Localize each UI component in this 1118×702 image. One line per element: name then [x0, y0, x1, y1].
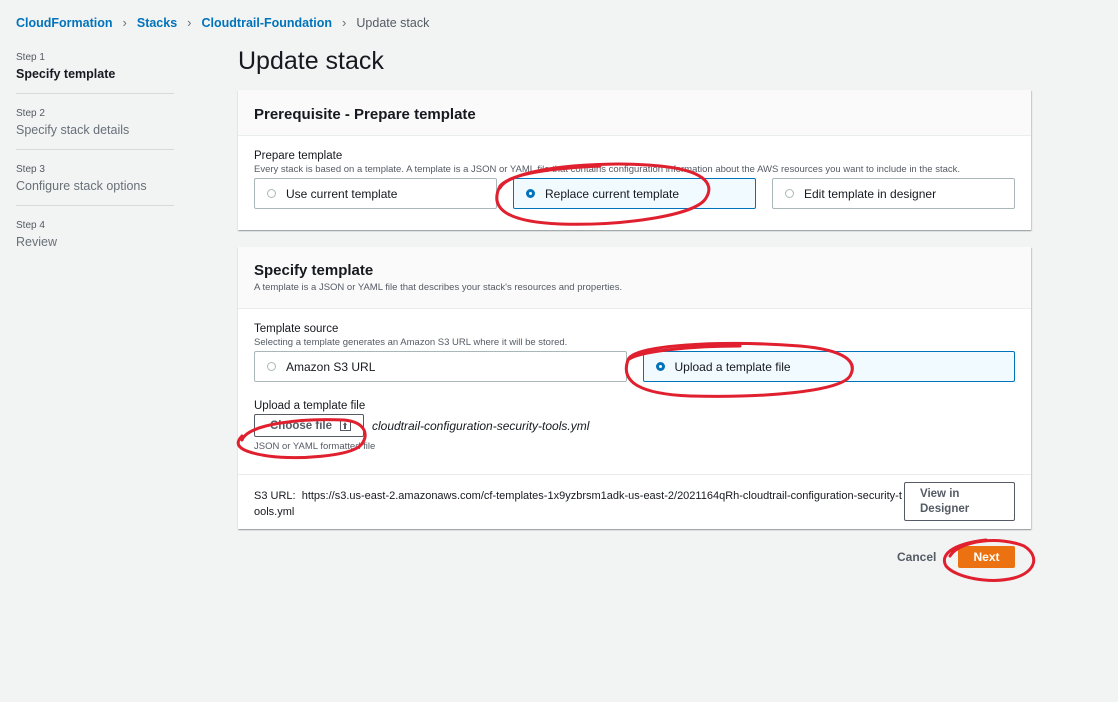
s3-url-row: S3 URL: https://s3.us-east-2.amazonaws.c…: [238, 474, 1031, 530]
cancel-button[interactable]: Cancel: [897, 550, 936, 564]
option-replace-current-template[interactable]: Replace current template: [513, 178, 756, 209]
option-amazon-s3-url[interactable]: Amazon S3 URL: [254, 351, 627, 382]
radio-icon: [785, 189, 794, 198]
selected-file-name: cloudtrail-configuration-security-tools.…: [371, 418, 590, 433]
step-label: Review: [16, 235, 57, 249]
field-description: Selecting a template generates an Amazon…: [254, 337, 568, 348]
breadcrumb-cloudformation[interactable]: CloudFormation: [16, 16, 113, 30]
wizard-steps: Step 1 Specify template Step 2 Specify s…: [16, 52, 174, 275]
panel-header: Specify template A template is a JSON or…: [238, 247, 1031, 309]
breadcrumb-stacks[interactable]: Stacks: [137, 16, 177, 30]
option-label: Replace current template: [545, 186, 680, 201]
s3-url-label: S3 URL:: [254, 490, 296, 502]
panel-title: Prerequisite - Prepare template: [254, 106, 476, 123]
s3-url-value: https://s3.us-east-2.amazonaws.com/cf-te…: [254, 490, 902, 518]
panel-description: A template is a JSON or YAML file that d…: [254, 282, 623, 293]
next-button[interactable]: Next: [958, 546, 1015, 568]
step-number: Step 3: [16, 164, 45, 175]
step-label: Specify template: [16, 67, 116, 81]
prerequisite-panel: Prerequisite - Prepare template Prepare …: [238, 90, 1031, 230]
view-in-designer-button[interactable]: View in Designer: [904, 482, 1015, 521]
breadcrumb-separator-icon: ›: [342, 15, 347, 30]
step-label: Configure stack options: [16, 179, 147, 193]
option-label: Edit template in designer: [804, 186, 937, 201]
radio-selected-icon: [655, 362, 665, 371]
wizard-step-1[interactable]: Step 1 Specify template: [16, 52, 174, 94]
field-label: Upload a template file: [254, 400, 366, 412]
breadcrumb-separator-icon: ›: [187, 15, 192, 30]
option-edit-template-in-designer[interactable]: Edit template in designer: [772, 178, 1015, 209]
radio-selected-icon: [526, 189, 535, 198]
option-use-current-template[interactable]: Use current template: [254, 178, 497, 209]
upload-field: Upload a template file Choose file cloud…: [254, 400, 1015, 452]
step-number: Step 4: [16, 220, 45, 231]
option-label: Upload a template file: [674, 359, 791, 374]
field-description: Every stack is based on a template. A te…: [254, 164, 961, 175]
upload-hint: JSON or YAML formatted file: [254, 441, 376, 452]
option-label: Amazon S3 URL: [286, 359, 376, 374]
template-source-field: Template source Selecting a template gen…: [238, 309, 1031, 452]
wizard-step-3: Step 3 Configure stack options: [16, 164, 174, 206]
step-label: Specify stack details: [16, 123, 130, 137]
panel-header: Prerequisite - Prepare template: [238, 90, 1031, 136]
upload-icon: [339, 420, 351, 431]
breadcrumb-current: Update stack: [356, 15, 430, 30]
field-label: Prepare template: [254, 150, 343, 162]
wizard-step-2: Step 2 Specify stack details: [16, 108, 174, 150]
prepare-template-options: Use current template Replace current tem…: [254, 178, 1015, 209]
wizard-step-4: Step 4 Review: [16, 220, 174, 261]
breadcrumb-stack-name[interactable]: Cloudtrail-Foundation: [202, 16, 333, 30]
radio-icon: [267, 189, 276, 198]
page-title: Update stack: [238, 47, 384, 75]
option-label: Use current template: [286, 186, 398, 201]
radio-icon: [267, 362, 276, 371]
button-label: Choose file: [270, 419, 332, 432]
step-number: Step 1: [16, 52, 45, 63]
step-number: Step 2: [16, 108, 45, 119]
panel-title: Specify template: [254, 262, 374, 279]
prepare-template-field: Prepare template Every stack is based on…: [238, 136, 1031, 209]
breadcrumb-separator-icon: ›: [122, 15, 127, 30]
template-source-options: Amazon S3 URL Upload a template file: [254, 351, 1015, 382]
option-upload-template-file[interactable]: Upload a template file: [642, 351, 1015, 382]
specify-template-panel: Specify template A template is a JSON or…: [238, 247, 1031, 529]
choose-file-button[interactable]: Choose file: [254, 414, 364, 437]
upload-row: Choose file cloudtrail-configuration-sec…: [254, 414, 1015, 437]
field-label: Template source: [254, 323, 339, 335]
breadcrumb: CloudFormation › Stacks › Cloudtrail-Fou…: [16, 15, 429, 30]
s3-url-text: S3 URL: https://s3.us-east-2.amazonaws.c…: [254, 488, 902, 520]
